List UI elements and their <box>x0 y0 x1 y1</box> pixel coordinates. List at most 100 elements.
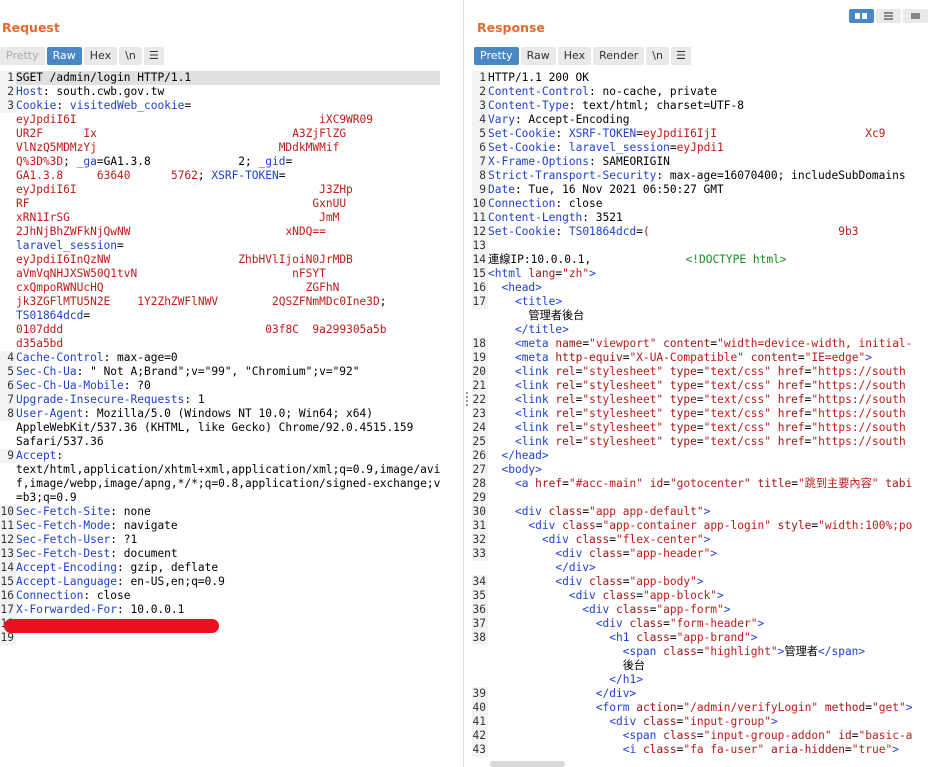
code-line[interactable]: jk3ZGFlMTU5N2E 1Y2ZhZWFlNWV 2QSZFNmMDc0I… <box>0 295 440 309</box>
code-line[interactable]: 27 <body> <box>472 463 912 477</box>
code-line[interactable]: 34 <div class="app-body"> <box>472 575 912 589</box>
code-line[interactable]: 20 <link rel="stylesheet" type="text/css… <box>472 365 912 379</box>
code-line[interactable]: </h1> <box>472 673 912 687</box>
code-line[interactable]: 25 <link rel="stylesheet" type="text/css… <box>472 435 912 449</box>
code-line[interactable]: VlNzQ5MDMzYj MDdkMWMif <box>0 141 440 155</box>
code-line[interactable]: 7 X-Frame-Options: SAMEORIGIN <box>472 155 912 169</box>
code-line[interactable]: 40 <form action = "/admin/verifyLogin" met… <box>472 701 912 715</box>
code-line[interactable]: 2 Content-Control: no-cache, private <box>472 85 912 99</box>
code-line[interactable]: 4 Cache-Control: max-age=0 <box>0 351 440 365</box>
code-line[interactable]: 11 Content-Length: 3521 <box>472 211 912 225</box>
code-line[interactable]: 19 <box>0 631 440 645</box>
code-line[interactable]: 23 <link rel="stylesheet" type="text/css… <box>472 407 912 421</box>
code-line[interactable]: 5 Sec-Ch-Ua: " Not A;Brand";v="99", "Chro… <box>0 365 440 379</box>
code-line[interactable]: 12 Sec-Fetch-User: ?1 <box>0 533 440 547</box>
horizontal-scrollbar[interactable] <box>490 761 565 767</box>
code-line[interactable]: 35 <div class="app-block"> <box>472 589 912 603</box>
code-line[interactable]: 11 Sec-Fetch-Mode: navigate <box>0 519 440 533</box>
code-line[interactable]: 1 HTTP/1.1 200 OK <box>472 71 912 85</box>
code-line[interactable]: cxQmpoRWNUcHQ ZGFhN <box>0 281 440 295</box>
code-line[interactable]: TS01864dcd= <box>0 309 440 323</box>
code-line[interactable]: 16 Connection: close <box>0 589 440 603</box>
code-line[interactable]: 14 Accept-Encoding: gzip, deflate <box>0 561 440 575</box>
code-line[interactable]: 43 <i class="fa fa-user" aria-hidden="tr… <box>472 743 912 757</box>
code-line[interactable]: 6 Set-Cookie: laravel_session=eyJpdi1 <box>472 141 912 155</box>
menu-icon[interactable]: ☰ <box>670 47 691 65</box>
code-line[interactable]: 17 <title> <box>472 295 912 309</box>
code-line[interactable]: eyJpdiI6InQzNW ZhbHVlIjoiN0JrMDB <box>0 253 440 267</box>
code-line[interactable]: eyJpdiI6I iXC9WR09 <box>0 113 440 127</box>
grip-icon[interactable] <box>466 392 468 406</box>
code-line[interactable]: 39 </div> <box>472 687 912 701</box>
code-line[interactable]: 9 Date: Tue, 16 Nov 2021 06:50:27 GMT <box>472 183 912 197</box>
split-vertical-icon[interactable] <box>876 9 901 23</box>
tab-raw[interactable]: Raw <box>520 47 556 65</box>
response-editor[interactable]: 1 HTTP/1.1 200 OK 2 Content-Control: no-cac… <box>472 71 912 757</box>
tab-render[interactable]: Render <box>593 47 645 65</box>
code-line[interactable]: GA1.3.8 63640 5762; XSRF-TOKEN= <box>0 169 440 183</box>
tab-pretty[interactable]: Pretty <box>0 47 45 65</box>
code-line[interactable]: 18 <meta name="viewport" content="width=… <box>472 337 912 351</box>
code-line[interactable]: <span class="highlight">管理者</span> <box>472 645 912 659</box>
code-line[interactable]: 12 Set-Cookie: TS01864dcd=( 9b3 <box>472 225 912 239</box>
code-line[interactable]: =b3;q=0.9 <box>0 491 440 505</box>
tab-hex[interactable]: Hex <box>557 47 592 65</box>
code-line[interactable]: 2 Host: south.cwb.gov.tw <box>0 85 440 99</box>
code-line[interactable]: 10 Connection: close <box>472 197 912 211</box>
tabs-layout-icon[interactable] <box>903 9 928 23</box>
code-line[interactable]: aVmVqNHJXSW50Q1tvN nFSYT <box>0 267 440 281</box>
code-line[interactable]: 14 連線IP:10.0.0.1, <!DOCTYPE html> <box>472 253 912 267</box>
code-line[interactable]: AppleWebKit/537.36 (KHTML, like Gecko) C… <box>0 421 440 435</box>
code-line[interactable]: 30 <div class="app app-default"> <box>472 505 912 519</box>
code-line[interactable]: 10 Sec-Fetch-Site: none <box>0 505 440 519</box>
menu-icon[interactable]: ☰ <box>143 47 164 65</box>
code-line[interactable]: RF GxnUU <box>0 197 440 211</box>
code-line[interactable]: 36 <div class="app-form"> <box>472 603 912 617</box>
code-line[interactable]: 19 <meta http-equiv = "X-UA-Compatible" co… <box>472 351 912 365</box>
code-line[interactable]: 5 Set-Cookie: XSRF-TOKEN=eyJpdiI6IjI Xc9 <box>472 127 912 141</box>
code-line[interactable]: 17 X-Forwarded-For: 10.0.0.1 <box>0 603 440 617</box>
code-line[interactable]: 9 Accept: <box>0 449 440 463</box>
code-line[interactable]: </title> <box>472 323 912 337</box>
tab-newline[interactable]: \n <box>646 47 669 65</box>
code-line[interactable]: 13 <box>472 239 912 253</box>
code-line[interactable]: 1 SGET /admin/login HTTP/1.1 <box>0 71 441 85</box>
code-line[interactable]: 6 Sec-Ch-Ua-Mobile: ?0 <box>0 379 440 393</box>
code-line[interactable]: </div> <box>472 561 912 575</box>
tab-newline[interactable]: \n <box>119 47 142 65</box>
code-line[interactable]: xRN1IrSG JmM <box>0 211 440 225</box>
code-line[interactable]: 24 <link rel="stylesheet" type="text/css… <box>472 421 912 435</box>
split-horizontal-icon[interactable] <box>849 9 874 23</box>
code-line[interactable]: UR2F Ix A3ZjFlZG <box>0 127 440 141</box>
code-line[interactable]: 4 Vary: Accept-Encoding <box>472 113 912 127</box>
code-line[interactable]: 0107ddd 03f8C 9a299305a5b <box>0 323 440 337</box>
code-line[interactable]: 37 <div class="form-header"> <box>472 617 912 631</box>
code-line[interactable]: 31 <div class="app-container app-login" … <box>472 519 912 533</box>
tab-hex[interactable]: Hex <box>83 47 118 65</box>
code-line[interactable]: 33 <div class="app-header"> <box>472 547 912 561</box>
code-line[interactable]: eyJpdiI6I J3ZHp <box>0 183 440 197</box>
code-line[interactable]: 3 Cookie: visitedWeb_cookie= <box>0 99 440 113</box>
request-editor[interactable]: 1 SGET /admin/login HTTP/1.1 2 Host: south.… <box>0 71 441 645</box>
code-line[interactable]: 41 <div class="input-group"> <box>472 715 912 729</box>
code-line[interactable]: 32 <div class="flex-center"> <box>472 533 912 547</box>
code-line[interactable]: 13 Sec-Fetch-Dest: document <box>0 547 440 561</box>
code-line[interactable]: 後台 <box>472 659 912 673</box>
code-line[interactable]: Safari/537.36 <box>0 435 440 449</box>
code-line[interactable]: d35a5bd <box>0 337 440 351</box>
code-line[interactable]: Q%3D%3D; _ga=GA1.3.8 2; _gid= <box>0 155 440 169</box>
code-line[interactable]: 21 <link rel="stylesheet" type="text/css… <box>472 379 912 393</box>
code-line[interactable]: 22 <link rel="stylesheet" type="text/css… <box>472 393 912 407</box>
code-line[interactable]: 3 Content-Type: text/html; charset=UTF-8 <box>472 99 912 113</box>
code-line[interactable]: 38 <h1 class="app-brand"> <box>472 631 912 645</box>
code-line[interactable]: 15 Accept-Language: en-US,en;q=0.9 <box>0 575 440 589</box>
code-line[interactable]: 7 Upgrade-Insecure-Requests: 1 <box>0 393 440 407</box>
code-line[interactable]: 管理者後台 <box>472 309 912 323</box>
tab-pretty[interactable]: Pretty <box>474 47 519 65</box>
code-line[interactable]: 29 <box>472 491 912 505</box>
code-line[interactable]: 16 <head> <box>472 281 912 295</box>
code-line[interactable]: 2JhNjBhZWFkNjQwNW xNDQ== <box>0 225 440 239</box>
code-line[interactable]: 26 </head> <box>472 449 912 463</box>
code-line[interactable]: f,image/webp,image/apng,*/*;q=0.8,applic… <box>0 477 440 491</box>
code-line[interactable]: laravel_session= <box>0 239 440 253</box>
